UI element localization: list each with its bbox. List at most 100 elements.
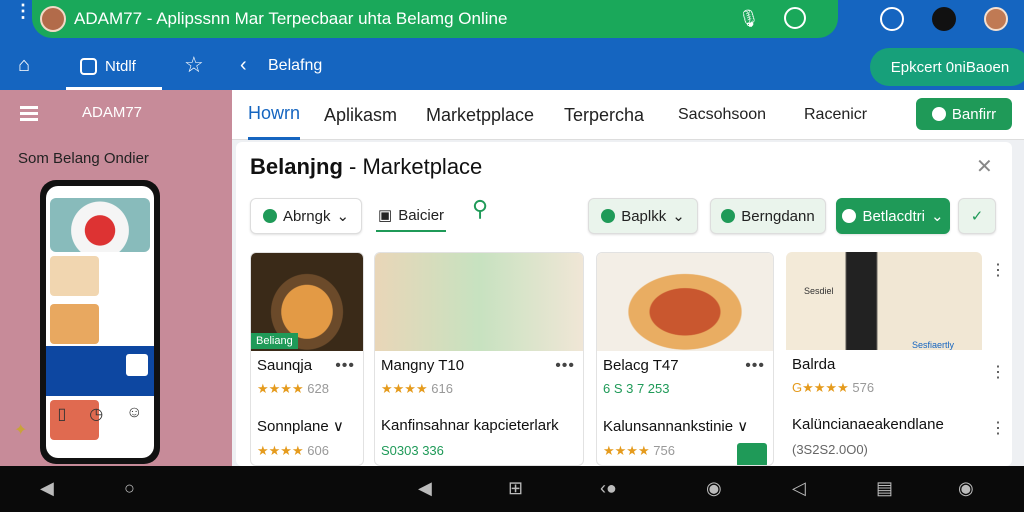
back-nav-icon[interactable]: ◀ (40, 478, 54, 499)
tab-terpercaya[interactable]: Terpercha (564, 90, 644, 140)
tab-aplikasi[interactable]: Aplikasm (324, 90, 397, 140)
more-vert-icon[interactable]: ⋮ (990, 362, 1006, 382)
location-icon[interactable]: ◉ (958, 478, 974, 499)
grid-image (50, 256, 99, 296)
back-nav-icon[interactable]: ◀ (418, 478, 432, 499)
product-rating: ★★★★ 628 (257, 381, 329, 396)
chip-label: Baplkk (621, 207, 667, 225)
product-card[interactable]: Beliang Saunqja ••• ★★★★ 628 Sonnplane ∨… (250, 252, 364, 466)
window-title: ADAM77 - Aplipssnn Mar Terpecbaar uhta B… (74, 9, 508, 28)
product-image (375, 253, 583, 351)
check-button[interactable]: ✓ (958, 198, 996, 234)
product-name: Mangny T10 (381, 357, 465, 374)
hamburger-icon[interactable] (20, 106, 38, 124)
breadcrumb[interactable]: Belafng (268, 57, 322, 75)
tab-sesuaikan[interactable]: Sacsohsoon (678, 90, 766, 140)
phone-button[interactable] (126, 354, 148, 376)
shield-icon[interactable] (880, 7, 904, 31)
more-icon[interactable]: ••• (745, 357, 765, 375)
more-icon[interactable]: ••• (335, 357, 355, 375)
product-image-label: Sesdiel (804, 286, 834, 296)
product-badge: Beliang (251, 333, 298, 349)
chip-label: Betlacdtri (862, 207, 925, 225)
product-rating-2: S0303 336 (381, 443, 444, 458)
filter-chip-3[interactable]: Berngdann (710, 198, 826, 234)
title-pill[interactable]: ADAM77 - Aplipssnn Mar Terpecbaar uhta B… (32, 0, 838, 38)
tab-recent[interactable]: Racenicr (804, 90, 867, 140)
left-panel: ADAM77 Som Belang Ondier ▯ ◷ ☺ ✦ (0, 90, 232, 466)
phone-icons: ▯ ◷ ☺ (46, 404, 154, 424)
filter-tab[interactable]: ▣ Baicier (376, 200, 447, 232)
tool-icon[interactable]: ⚲ (472, 196, 502, 230)
menu-icon[interactable]: ⋮ (14, 2, 32, 20)
home-nav-icon[interactable]: ○ (124, 478, 135, 499)
star-icon[interactable]: ☆ (184, 52, 204, 78)
product-rating: G★★★★ 576 (792, 380, 875, 395)
tab-bar: Howrn Aplikasm Marketpplace Terpercha Sa… (232, 90, 1024, 140)
product-card[interactable]: Sesdiel Sesfiaertly Balrda G★★★★ 576 Kal… (786, 252, 982, 466)
username: ADAM77 (82, 104, 143, 121)
home-icon[interactable]: ⌂ (18, 54, 30, 77)
clock-icon: ◷ (89, 406, 104, 423)
cart-icon[interactable] (737, 443, 767, 465)
chip-icon (721, 209, 736, 223)
product-rating: 6 S 3 7 253 (603, 381, 670, 396)
product-side-note: Sesfiaertly (912, 340, 955, 350)
recent-apps-icon[interactable]: ▤ (876, 478, 893, 499)
decoration-icon: ✦ (14, 422, 28, 439)
phone-icon: ▯ (57, 406, 67, 423)
app-icon[interactable] (932, 7, 956, 31)
system-nav-bar: ◀ ○ ◀ ⊞ ‹● ◉ ◁ ▤ ◉ (0, 466, 1024, 512)
product-card[interactable]: Belacg T47 ••• 6 S 3 7 253 Kalunsannanks… (596, 252, 774, 466)
microphone-icon[interactable]: 🎙 (738, 9, 760, 29)
tab-action-label: Banfirr (951, 105, 997, 123)
location-icon[interactable]: ◉ (706, 478, 722, 499)
lens-icon[interactable] (784, 7, 806, 29)
smile-icon: ☺ (126, 404, 143, 421)
more-vert-icon[interactable]: ⋮ (990, 418, 1006, 438)
nav-tab-label: Ntdlf (105, 58, 136, 75)
product-subtitle: Kalüncianaeakendlane (792, 416, 944, 433)
product-image (786, 252, 982, 350)
product-name: Balrda (792, 356, 836, 373)
chevron-down-icon: ⌄ (930, 208, 944, 225)
product-subtitle: Kanfinsahnar kapcieterlark (381, 417, 559, 434)
product-rating-2: (3S2S2.0O0) (792, 442, 868, 457)
cta-button[interactable]: Epkcert 0niBaoen (870, 48, 1024, 86)
more-vert-icon[interactable]: ⋮ (990, 260, 1006, 280)
profile-avatar[interactable] (984, 7, 1008, 31)
panel-caption: Som Belang Ondier (18, 150, 149, 167)
card-title-rest: - Marketplace (342, 154, 483, 179)
back-nav-icon[interactable]: ◁ (792, 478, 806, 499)
product-subtitle: Kalunsannankstinie ∨ (603, 418, 749, 435)
chip-icon (601, 209, 616, 223)
back-icon[interactable]: ‹ (240, 54, 247, 77)
tab-home[interactable]: Howrn (248, 90, 301, 140)
category-icon (262, 209, 277, 223)
chevron-down-icon: ⌄ (672, 208, 685, 225)
filter-chip-2[interactable]: Baplkk ⌄ (588, 198, 698, 234)
top-app-bar: ⋮ ADAM77 - Aplipssnn Mar Terpecbaar uhta… (0, 0, 1024, 90)
tab-action-button[interactable]: Banfirr (916, 98, 1012, 130)
grid-image (50, 304, 99, 344)
list-icon: ▣ (378, 207, 393, 224)
avatar[interactable] (40, 6, 66, 32)
chip-label: Abrngk (282, 207, 331, 225)
share-icon[interactable]: ‹● (600, 478, 617, 499)
product-name: Saunqja (257, 357, 313, 374)
filter-chip-4[interactable]: Betlacdtri ⌄ (836, 198, 950, 234)
close-icon[interactable]: ✕ (976, 154, 993, 179)
edit-icon (80, 58, 97, 75)
more-icon[interactable]: ••• (555, 357, 575, 375)
chevron-down-icon: ⌄ (336, 208, 350, 225)
product-name: Belacg T47 (603, 357, 679, 374)
filter-tab-label: Baicier (398, 206, 445, 224)
chip-label: Berngdann (741, 207, 815, 225)
phone-mockup: ▯ ◷ ☺ (40, 180, 160, 464)
product-card[interactable]: Mangny T10 ••• ★★★★ 616 Kanfinsahnar kap… (374, 252, 584, 466)
nav-tab-active[interactable]: Ntdlf (66, 46, 162, 90)
filter-chip-category[interactable]: Abrngk ⌄ (250, 198, 362, 234)
product-rating-2: ★★★★ 606 (257, 443, 329, 458)
recent-apps-icon[interactable]: ⊞ (508, 478, 523, 499)
tab-marketplace[interactable]: Marketpplace (426, 90, 534, 140)
